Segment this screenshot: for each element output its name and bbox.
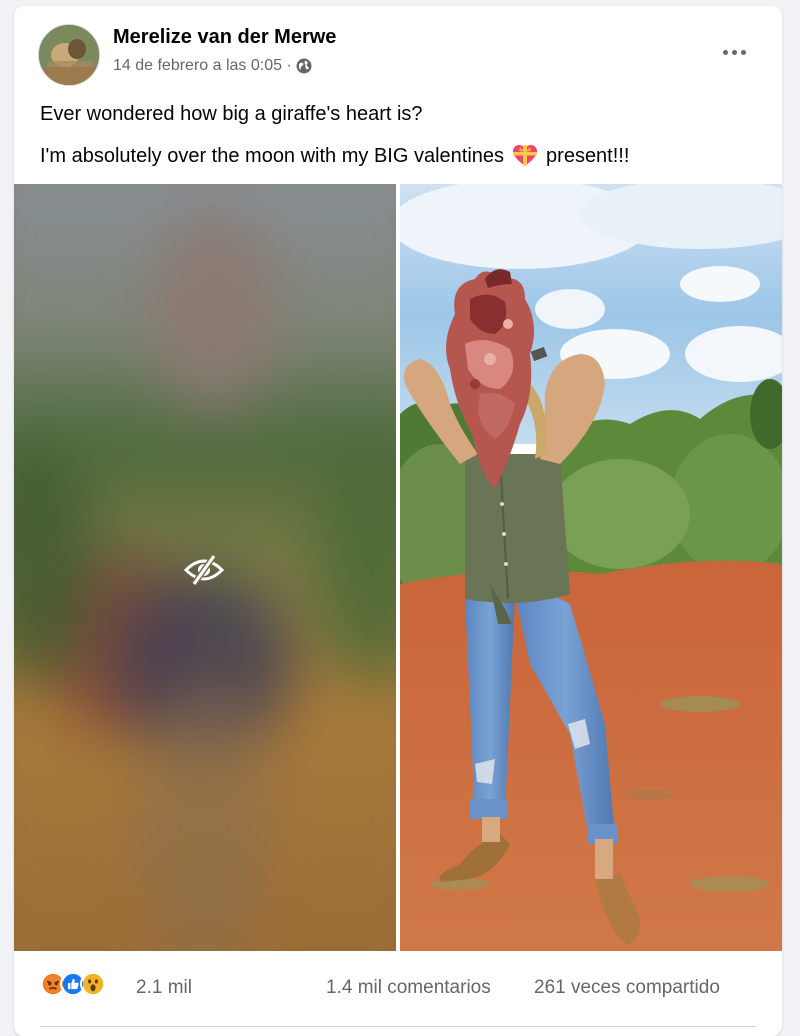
post-text-line-1: Ever wondered how big a giraffe's heart … (40, 103, 423, 125)
post-photo[interactable] (400, 184, 782, 951)
post-meta: 14 de febrero a las 0:05 · (113, 57, 312, 75)
reaction-icons[interactable] (40, 971, 106, 997)
post-timestamp[interactable]: 14 de febrero a las 0:05 · (113, 57, 292, 75)
heart-with-ribbon-icon (513, 145, 538, 166)
eye-off-icon[interactable] (184, 554, 224, 586)
post-photo-hidden[interactable] (14, 184, 396, 951)
post-text-line-2-start: I'm absolutely over the moon with my BIG… (40, 144, 505, 167)
shares-count-link[interactable]: 261 veces compartido (534, 977, 720, 999)
reaction-count[interactable]: 2.1 mil (136, 977, 192, 999)
footer-divider (40, 1026, 756, 1027)
post-text-line-2-end: present!!! (546, 144, 630, 167)
more-dot (740, 49, 746, 55)
comments-count-link[interactable]: 1.4 mil comentarios (326, 977, 491, 999)
photo-scene (400, 184, 782, 951)
engagement-bar: 2.1 mil 1.4 mil comentarios 261 veces co… (14, 951, 782, 1036)
more-dot (731, 49, 737, 55)
author-avatar[interactable] (38, 24, 100, 86)
globe-icon[interactable] (296, 58, 312, 74)
more-dot (722, 49, 728, 55)
post-text-line-2: I'm absolutely over the moon with my BIG… (40, 144, 629, 168)
author-name[interactable]: Merelize van der Merwe (113, 26, 336, 49)
wow-reaction-icon (80, 971, 106, 997)
avatar-image (39, 25, 99, 85)
post-card: Merelize van der Merwe 14 de febrero a l… (14, 6, 782, 1036)
post-header: Merelize van der Merwe 14 de febrero a l… (14, 6, 782, 96)
more-options-icon[interactable] (716, 40, 752, 64)
